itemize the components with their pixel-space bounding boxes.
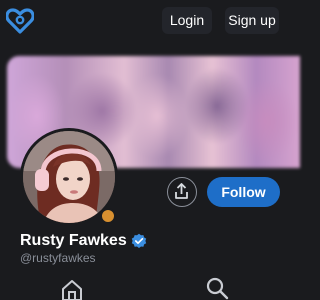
status-badge bbox=[100, 208, 116, 224]
share-icon bbox=[175, 183, 188, 199]
signup-button[interactable]: Sign up bbox=[225, 7, 279, 34]
heart-lock-icon[interactable] bbox=[5, 8, 35, 34]
username: @rustyfawkes bbox=[20, 251, 96, 265]
verified-badge-icon bbox=[131, 233, 146, 248]
search-icon[interactable] bbox=[205, 276, 229, 300]
login-button[interactable]: Login bbox=[162, 7, 212, 34]
name-row: Rusty Fawkes bbox=[20, 230, 147, 252]
follow-button[interactable]: Follow bbox=[207, 177, 280, 207]
profile-page: Login Sign up Follow Rusty Fawkes @rusty… bbox=[0, 0, 300, 300]
home-icon[interactable] bbox=[60, 278, 84, 300]
share-button[interactable] bbox=[167, 177, 197, 207]
display-name: Rusty Fawkes bbox=[20, 232, 127, 249]
